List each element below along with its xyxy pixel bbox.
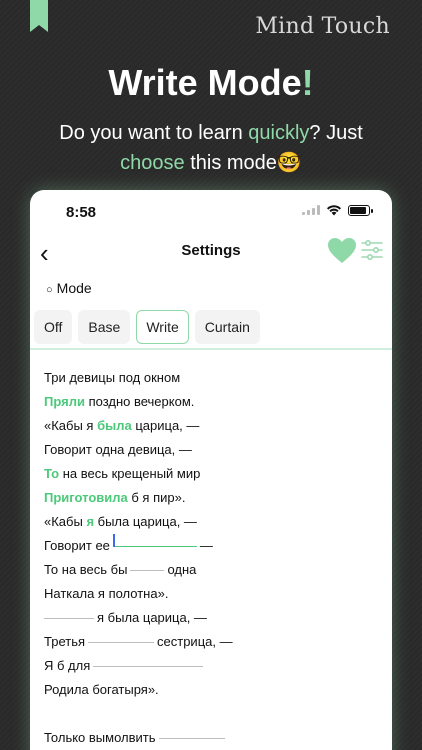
subline-choose: choose bbox=[120, 152, 185, 174]
status-bar: 8:58 bbox=[30, 190, 392, 234]
signal-icon bbox=[302, 205, 320, 215]
nav-bar: ‹ Settings bbox=[30, 234, 392, 276]
subline-part3: this mode bbox=[184, 152, 277, 174]
mode-option-curtain[interactable]: Curtain bbox=[194, 310, 260, 344]
poem-line: Говорит одна девица, — bbox=[44, 442, 192, 457]
poem-line: Я б для bbox=[44, 654, 233, 678]
answer-blank[interactable] bbox=[130, 570, 165, 572]
wifi-icon bbox=[327, 205, 341, 216]
bookmark-icon bbox=[30, 0, 48, 32]
mode-divider bbox=[30, 348, 392, 350]
mode-bullet-icon: ○ bbox=[46, 284, 53, 296]
subline-quickly: quickly bbox=[248, 122, 310, 144]
answer-blank[interactable] bbox=[158, 738, 225, 740]
mode-option-off[interactable]: Off bbox=[34, 310, 73, 344]
phone-screen: 8:58 ‹ Settings ○ Mode Off Base Write Cu… bbox=[30, 190, 392, 750]
mode-label: ○ Mode bbox=[46, 280, 92, 296]
poem-line: То на весь бы одна bbox=[44, 562, 197, 577]
answer-blank[interactable] bbox=[44, 618, 94, 620]
headline-text: Write Mode bbox=[108, 62, 302, 103]
subline-part2: ? Just bbox=[309, 122, 363, 144]
poem-line: «Кабы я была царица, — bbox=[44, 418, 200, 433]
subline-part1: Do you want to learn bbox=[59, 122, 249, 144]
mode-option-write[interactable]: Write bbox=[136, 310, 189, 344]
mode-label-text: Mode bbox=[56, 280, 92, 296]
answer-blank[interactable] bbox=[93, 666, 204, 668]
poem-line: Пряли поздно вечерком. bbox=[44, 394, 195, 409]
poem-line: «Кабы я была царица, — bbox=[44, 514, 197, 529]
poem-line: Приготовила б я пир». bbox=[44, 490, 186, 505]
subline: Do you want to learn quickly? Just choos… bbox=[0, 118, 422, 178]
poem-line: То на весь крещеный мир bbox=[44, 466, 201, 481]
headline-accent: ! bbox=[301, 62, 314, 103]
poem-line: Родила богатыря». bbox=[44, 682, 159, 697]
sliders-icon[interactable] bbox=[360, 238, 384, 262]
poem-line: Третья сестрица, — bbox=[44, 634, 233, 649]
brand-logo: Mind Touch bbox=[255, 14, 390, 39]
headline: Write Mode! bbox=[0, 62, 422, 104]
nerd-face-emoji-icon: 🤓 bbox=[276, 152, 302, 174]
mode-selector: Off Base Write Curtain bbox=[34, 310, 260, 344]
answer-blank[interactable] bbox=[88, 642, 155, 644]
poem-line: Три девицы под окном bbox=[44, 370, 181, 385]
poem-line: я была царица, — bbox=[44, 606, 233, 630]
status-icons bbox=[302, 204, 373, 216]
mode-option-base[interactable]: Base bbox=[78, 310, 131, 344]
heart-icon[interactable] bbox=[328, 238, 356, 264]
poem-line: Только вымолвить bbox=[44, 726, 233, 750]
battery-icon bbox=[348, 204, 373, 216]
poem-line: Говорит ее — bbox=[44, 534, 213, 553]
answer-blank-active[interactable] bbox=[112, 534, 197, 548]
poem-line bbox=[44, 702, 233, 726]
status-time: 8:58 bbox=[66, 204, 97, 221]
poem-line: Наткала я полотна». bbox=[44, 586, 169, 601]
poem-text: Три девицы под окном Пряли поздно вечерк… bbox=[44, 366, 233, 750]
